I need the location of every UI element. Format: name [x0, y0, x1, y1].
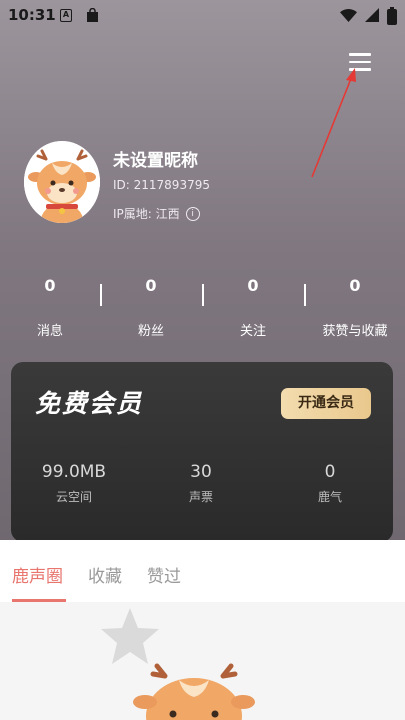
- vip-stat-label: 鹿气: [317, 490, 342, 504]
- open-vip-button[interactable]: 开通会员: [281, 388, 371, 419]
- stat-value: 0: [247, 276, 259, 295]
- wifi-icon: [340, 7, 357, 26]
- user-id: ID: 2117893795: [113, 178, 210, 192]
- vip-stat-value: 99.0MB: [41, 462, 107, 482]
- tab-favorites[interactable]: 收藏: [88, 562, 122, 587]
- ip-location: IP属地: 江西 i: [113, 205, 200, 222]
- profile-stats: 0 消息 0 粉丝 0 关注 0 获赞与收藏: [0, 276, 405, 346]
- stat-label: 获赞与收藏: [322, 324, 388, 339]
- vip-deer-points[interactable]: 0 鹿气: [275, 462, 385, 505]
- status-bar: 10:31 A: [0, 0, 405, 32]
- vip-cloud-space[interactable]: 99.0MB 云空间: [19, 462, 129, 505]
- ip-location-text: IP属地: 江西: [113, 207, 180, 221]
- info-icon[interactable]: i: [185, 206, 200, 221]
- stat-divider: [100, 284, 102, 306]
- stat-messages[interactable]: 0 消息: [5, 276, 95, 339]
- tab-deer-circle[interactable]: 鹿声圈: [12, 562, 63, 587]
- stat-divider: [304, 284, 306, 306]
- status-time: 10:31: [8, 6, 56, 24]
- vip-stat-label: 云空间: [55, 490, 92, 504]
- avatar[interactable]: [24, 141, 100, 223]
- nickname[interactable]: 未设置昵称: [113, 146, 198, 171]
- app-notification-icon: A: [60, 9, 72, 22]
- vip-stat-value: 0: [324, 462, 336, 482]
- vip-vote-tickets[interactable]: 30 声票: [146, 462, 256, 505]
- vip-title: 免费会员: [35, 389, 144, 418]
- tab-content-area: [0, 602, 405, 720]
- stat-divider: [202, 284, 204, 306]
- empty-state-illustration: [101, 608, 255, 720]
- stat-fans[interactable]: 0 粉丝: [106, 276, 196, 339]
- stat-label: 粉丝: [137, 324, 164, 339]
- signal-icon: [365, 7, 379, 26]
- stat-likes-favorites[interactable]: 0 获赞与收藏: [310, 276, 400, 339]
- stat-value: 0: [44, 276, 56, 295]
- vip-stat-value: 30: [190, 462, 212, 482]
- stat-value: 0: [349, 276, 361, 295]
- shopping-bag-icon: [86, 7, 99, 27]
- stat-following[interactable]: 0 关注: [208, 276, 298, 339]
- stat-label: 关注: [239, 324, 266, 339]
- stat-value: 0: [145, 276, 157, 295]
- battery-icon: [387, 6, 397, 25]
- content-tabs: 鹿声圈 收藏 赞过: [0, 540, 405, 602]
- stat-label: 消息: [36, 324, 63, 339]
- vip-stat-label: 声票: [188, 490, 213, 504]
- annotation-arrow: [311, 68, 356, 178]
- tab-liked[interactable]: 赞过: [147, 562, 181, 587]
- vip-card: 免费会员 开通会员 99.0MB 云空间 30 声票 0 鹿气: [11, 362, 393, 542]
